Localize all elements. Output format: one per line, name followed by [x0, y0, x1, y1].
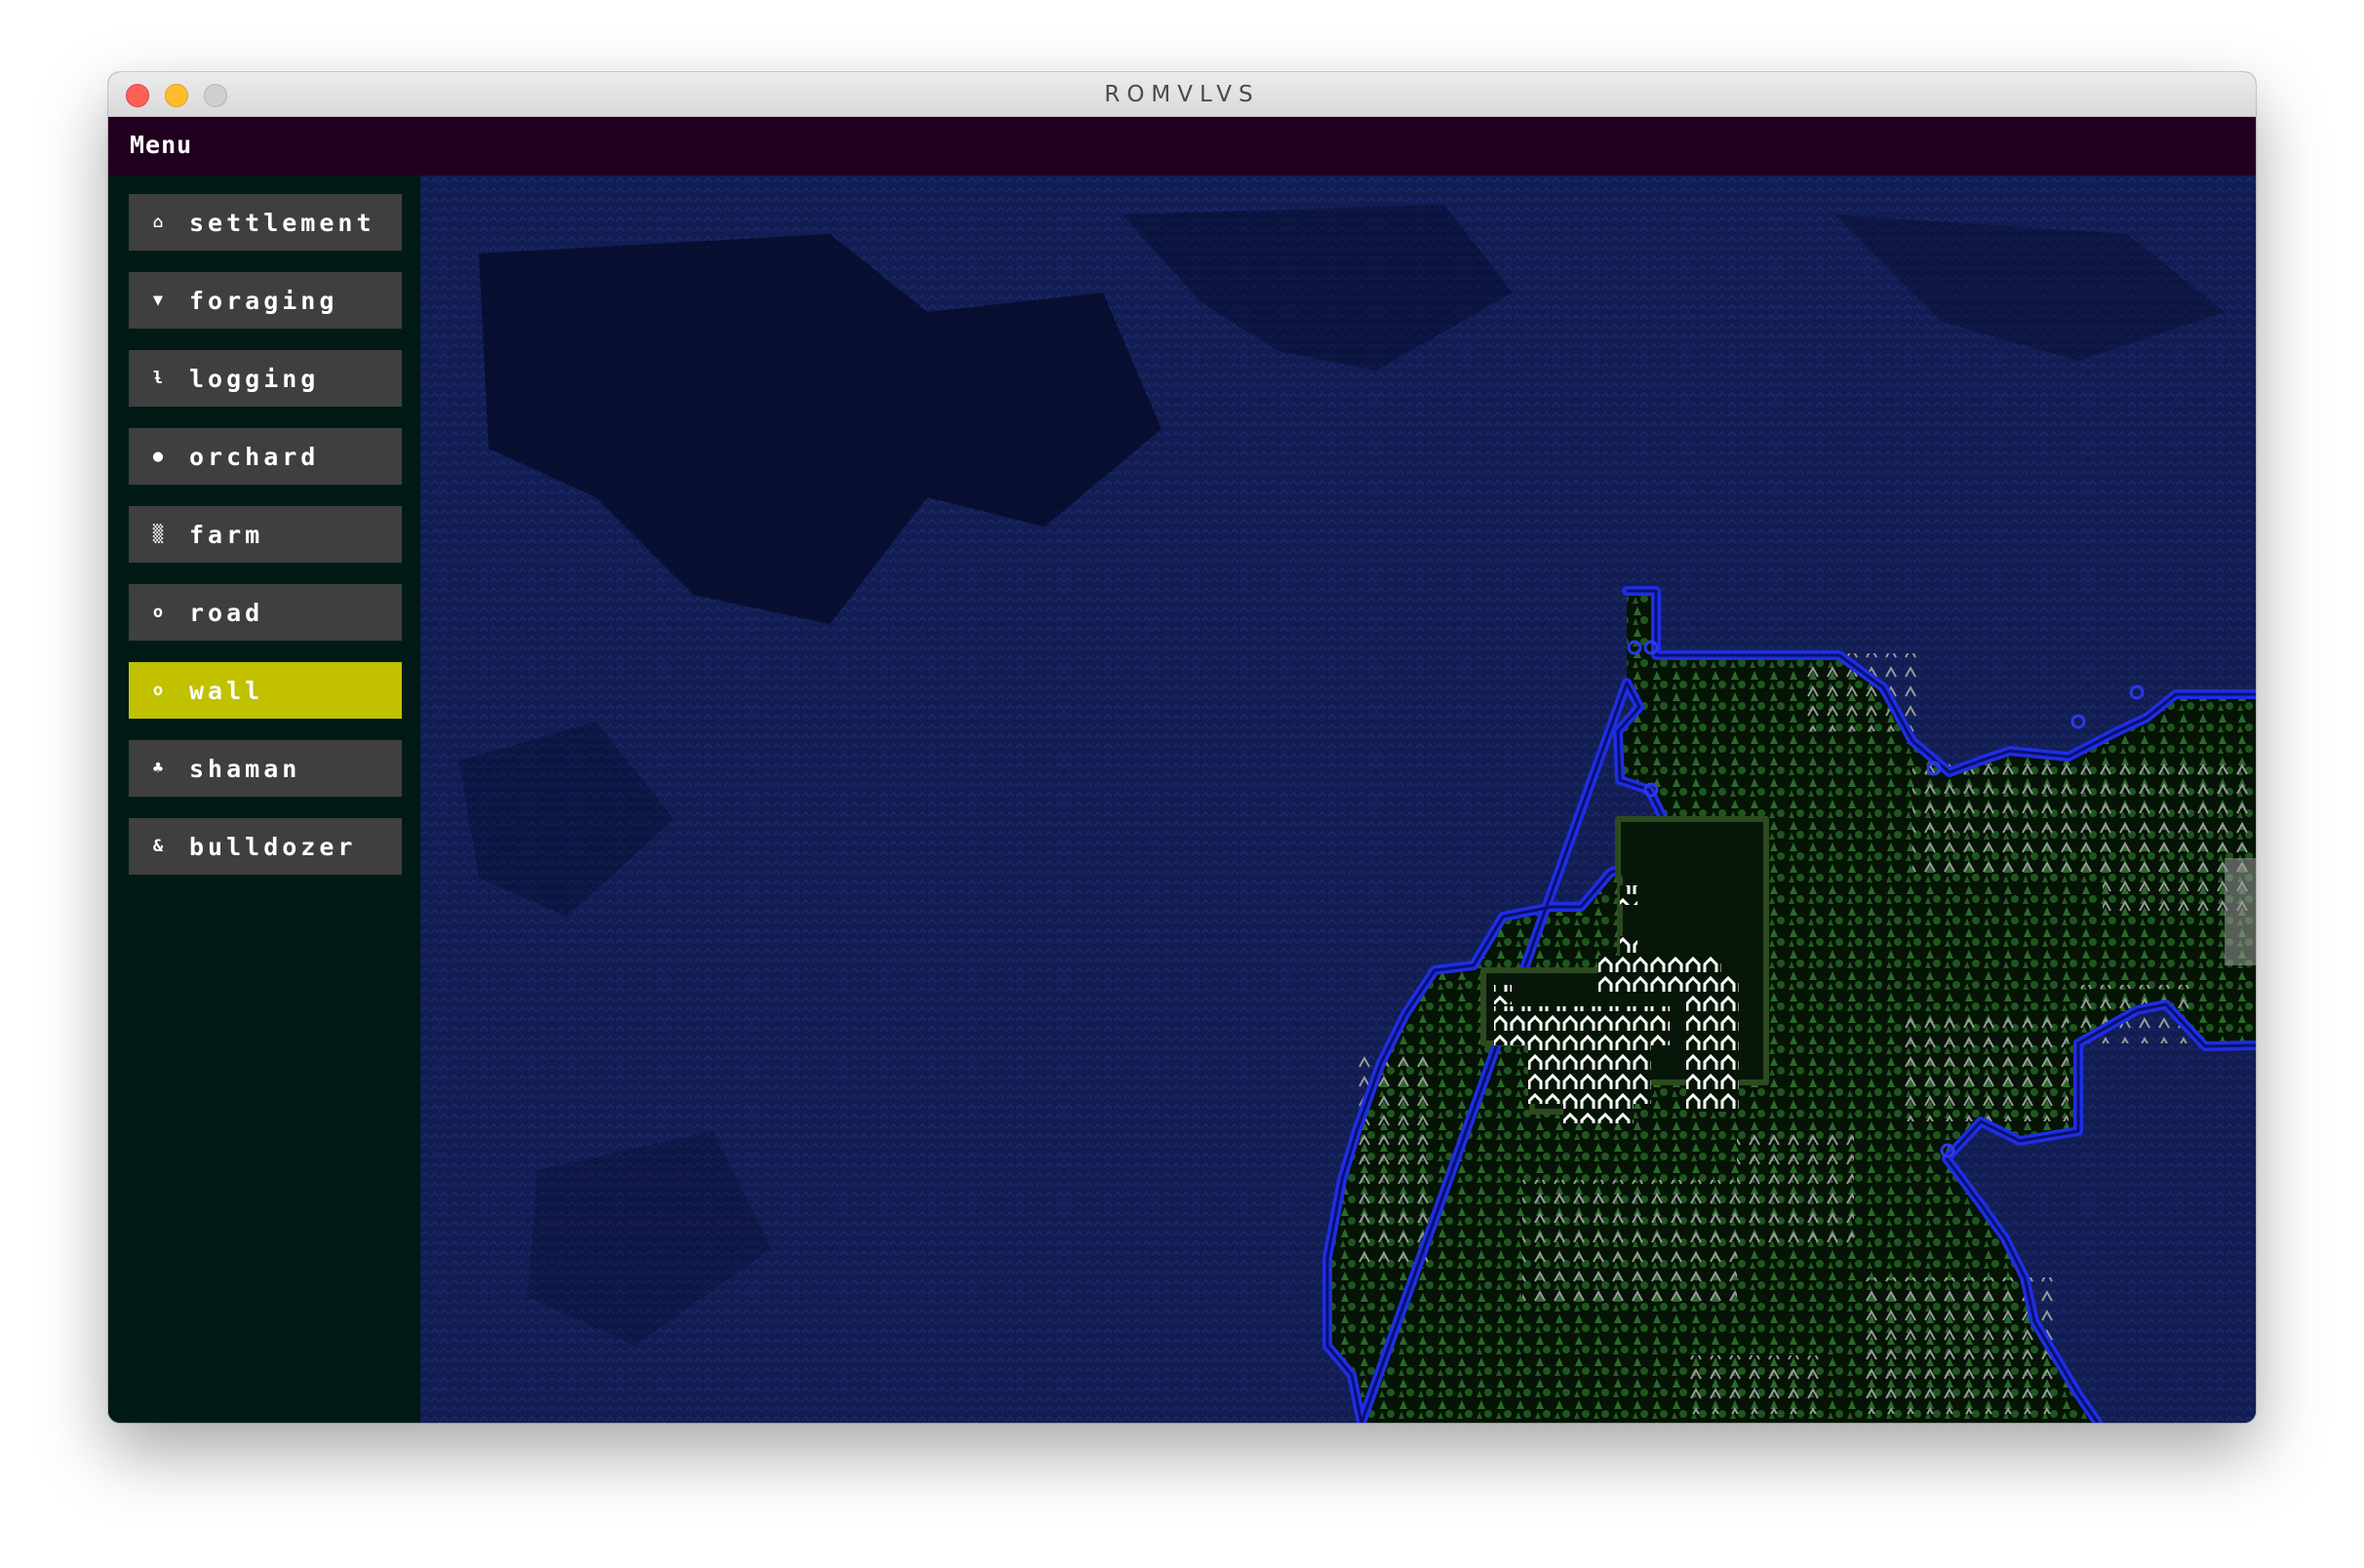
window-title: ROMVLVS — [1104, 82, 1260, 107]
fog-of-war — [2225, 858, 2256, 965]
title-bar: ROMVLVS — [108, 72, 2256, 117]
house-icon: ⌂ — [152, 213, 164, 232]
wall-ring-icon: o — [152, 681, 164, 700]
shaman-icon: ♣ — [152, 759, 164, 778]
basket-icon: ▼ — [152, 291, 164, 310]
tool-label: orchard — [189, 442, 320, 471]
menu-bar: Menu — [108, 117, 2256, 176]
tool-label: logging — [189, 364, 320, 393]
tool-label: bulldozer — [189, 832, 357, 861]
tool-label: wall — [189, 676, 264, 705]
tool-orchard-button[interactable]: ● orchard — [129, 428, 402, 485]
crop-field-icon: ▒ — [152, 525, 164, 544]
tool-label: road — [189, 598, 264, 627]
tool-logging-button[interactable]: ƚ logging — [129, 350, 402, 407]
tool-foraging-button[interactable]: ▼ foraging — [129, 272, 402, 329]
tool-road-button[interactable]: o road — [129, 584, 402, 641]
tool-shaman-button[interactable]: ♣ shaman — [129, 740, 402, 797]
menu-button[interactable]: Menu — [130, 131, 192, 159]
tool-bulldozer-button[interactable]: & bulldozer — [129, 818, 402, 875]
fruit-tree-icon: ● — [152, 447, 164, 466]
tool-farm-button[interactable]: ▒ farm — [129, 506, 402, 563]
tool-label: foraging — [189, 286, 338, 315]
map-canvas[interactable] — [420, 176, 2256, 1423]
app-window: ROMVLVS Menu ⌂ settlement ▼ foraging ƚ l… — [108, 72, 2256, 1423]
world-map[interactable] — [420, 176, 2256, 1423]
axe-icon: ƚ — [152, 369, 164, 388]
road-dot-icon: o — [152, 603, 164, 622]
tool-wall-button[interactable]: o wall — [129, 662, 402, 719]
tool-settlement-button[interactable]: ⌂ settlement — [129, 194, 402, 251]
tool-sidebar: ⌂ settlement ▼ foraging ƚ logging ● orch… — [108, 176, 420, 1423]
bulldozer-icon: & — [152, 837, 164, 856]
tool-label: farm — [189, 520, 264, 549]
tool-label: settlement — [189, 208, 375, 237]
tool-label: shaman — [189, 754, 301, 783]
